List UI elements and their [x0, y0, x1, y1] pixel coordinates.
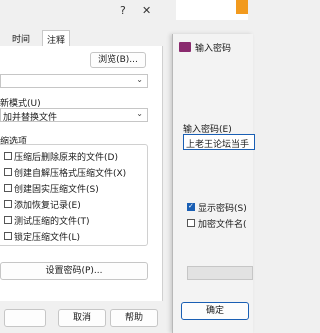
background-app-accent [236, 0, 248, 14]
password-value: 上老王论坛当手 [186, 140, 250, 150]
delete-after-label: 压缩后删除原来的文件(D) [14, 153, 118, 163]
help-title-button[interactable]: ? [120, 4, 126, 17]
show-password-label: 显示密码(S) [198, 204, 247, 214]
encrypt-names-label: 加密文件名( [198, 220, 247, 230]
cancel-button[interactable]: 取消 [58, 309, 106, 327]
organize-passwords-button[interactable] [187, 266, 253, 280]
test-files-label: 测试压缩的文件(T) [14, 217, 90, 227]
archive-name-combo[interactable]: ⌄ [0, 74, 148, 88]
close-title-button[interactable]: ✕ [142, 4, 151, 17]
set-password-button[interactable]: 设置密码(P)... [0, 262, 148, 280]
update-mode-select[interactable]: 加并替换文件 ⌄ [0, 108, 148, 123]
show-password-checkbox[interactable] [187, 202, 195, 211]
lock-archive-label: 锁定压缩文件(L) [14, 233, 81, 243]
chevron-down-icon: ⌄ [136, 109, 143, 118]
browse-button[interactable]: 浏览(B)... [90, 52, 146, 68]
solid-label: 创建固实压缩文件(S) [14, 185, 99, 195]
ok-button[interactable]: 确定 [181, 302, 249, 320]
sfx-label: 创建自解压格式压缩文件(X) [14, 169, 127, 179]
recovery-record-label: 添加恢复记录(E) [14, 201, 81, 211]
tab-time[interactable]: 时间 [8, 30, 34, 47]
solid-checkbox[interactable] [4, 184, 12, 192]
delete-after-checkbox[interactable] [4, 152, 12, 160]
update-mode-value: 加并替换文件 [3, 113, 58, 123]
chevron-down-icon: ⌄ [136, 75, 143, 84]
sfx-checkbox[interactable] [4, 168, 12, 176]
help-button[interactable]: 帮助 [110, 309, 158, 327]
encrypt-names-checkbox[interactable] [187, 219, 195, 227]
tab-panel: 浏览(B)... ⌄ 新模式(U) 加并替换文件 ⌄ 缩选项 压缩后删除原来的文… [0, 46, 163, 301]
password-input[interactable]: 上老王论坛当手 [183, 134, 255, 150]
recovery-record-checkbox[interactable] [4, 200, 12, 208]
test-files-checkbox[interactable] [4, 216, 12, 224]
password-dialog: 输入密码 输入密码(E) 上老王论坛当手 显示密码(S) 加密文件名( 确定 [172, 34, 255, 333]
password-dialog-title: 输入密码 [195, 44, 232, 54]
ok-button-partial[interactable] [4, 309, 46, 327]
lock-archive-checkbox[interactable] [4, 232, 12, 240]
archive-options-dialog: ? ✕ 时间 注释 浏览(B)... ⌄ 新模式(U) 加并替换文件 ⌄ 缩选项… [0, 0, 166, 333]
winrar-app-icon [179, 42, 191, 52]
